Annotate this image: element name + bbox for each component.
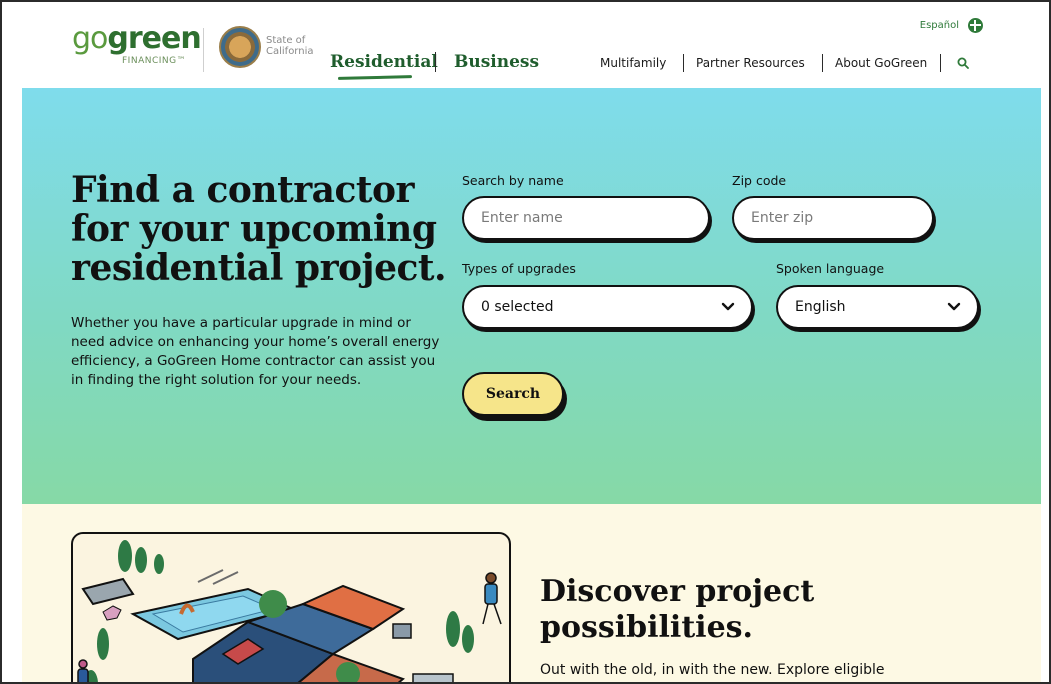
language-select[interactable]: English [776,285,979,329]
language-select-value: English [795,299,846,315]
nav-business[interactable]: Business [454,52,539,72]
logo-green: green [107,21,201,56]
hero-title: Find a contractor for your upcoming resi… [71,169,447,289]
page-frame: gogreen FINANCING™ State of California R… [0,0,1051,684]
logo-go: go [72,21,108,56]
california-seal-icon [219,26,261,68]
name-search-input[interactable]: Enter name [462,196,710,240]
neighborhood-illustration [71,532,511,682]
nav-divider [940,54,941,72]
state-of-california-label: State of California [266,35,314,57]
discover-text: Out with the old, in with the new. Explo… [540,662,885,678]
logo-divider [203,28,204,72]
chevron-down-icon [721,302,735,311]
nav-residential[interactable]: Residential [330,52,438,72]
nav-partner-resources[interactable]: Partner Resources [696,56,805,70]
zip-input[interactable]: Enter zip [732,196,934,240]
active-nav-underline [337,75,413,80]
globe-icon[interactable] [968,18,983,33]
upgrades-select[interactable]: 0 selected [462,285,753,329]
nav-divider [435,52,436,72]
nav-multifamily[interactable]: Multifamily [600,56,666,70]
nav-divider [683,54,684,72]
search-icon[interactable] [957,57,969,69]
language-field-label: Spoken language [776,261,885,276]
discover-title: Discover project possibilities. [540,574,815,645]
upgrades-field-label: Types of upgrades [462,261,576,276]
site-header: gogreen FINANCING™ State of California R… [22,2,1041,88]
search-button[interactable]: Search [462,372,564,416]
logo-subtitle: FINANCING™ [122,56,187,66]
hero-section: Find a contractor for your upcoming resi… [22,88,1041,504]
name-field-label: Search by name [462,173,564,188]
nav-divider [822,54,823,72]
gogreen-logo[interactable]: gogreen FINANCING™ [72,21,202,72]
upgrades-select-value: 0 selected [481,299,554,315]
zip-field-label: Zip code [732,173,787,188]
illustration-graphic [77,540,502,682]
discover-section: Discover project possibilities. Out with… [22,504,1041,682]
spanish-language-link[interactable]: Español [920,20,959,31]
hero-description: Whether you have a particular upgrade in… [71,315,440,388]
chevron-down-icon [947,302,961,311]
nav-about-gogreen[interactable]: About GoGreen [835,56,927,70]
